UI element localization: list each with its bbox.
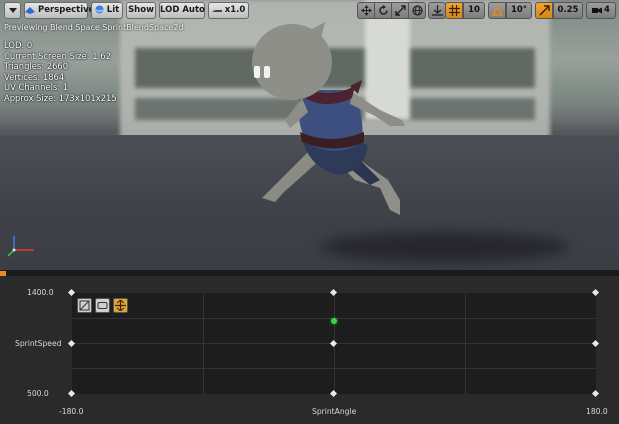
viewport-stats: LOD: 0 Current Screen Size: 1.62 Triangl… [4,40,117,103]
blend-sample-point[interactable] [329,389,338,398]
scale-snap-value[interactable]: 0.25 [553,2,583,19]
lit-mode-icon [95,5,104,14]
scale-mode-button[interactable] [391,2,409,19]
play-rate-button[interactable]: x1.0 [208,2,249,19]
rotation-snap-toggle[interactable] [488,2,506,19]
show-triangulation-icon [97,302,108,309]
character-preview [252,22,405,215]
stat-line: Triangles: 2660 [4,61,69,71]
lit-label: Lit [106,5,120,15]
world-globe-icon [411,5,423,16]
rotate-icon [378,5,388,15]
preview-lock-icon [115,300,126,311]
preview-position-marker[interactable] [331,318,337,325]
surface-snap-icon [431,5,443,16]
show-label: Show [128,5,154,15]
grid-snap-icon [79,300,90,311]
x-axis-name-label: SprintAngle [312,407,357,416]
x-axis-max-label: 180.0 [586,407,608,416]
grid-snap-tool-button[interactable] [77,298,92,313]
camera-speed-button[interactable]: 4 [586,2,616,19]
animation-viewport[interactable]: Previewing Blend Space SprintBlendSpace2… [0,0,619,270]
blend-sample-point[interactable] [591,389,600,398]
axis-gizmo [7,236,34,257]
show-triangulation-tool-button[interactable] [95,298,110,313]
stat-line: Vertices: 1864 [4,71,65,82]
x-axis-min-label: -180.0 [59,407,84,416]
stat-line: UV Channels: 1 [4,82,69,92]
scale-snap-icon [538,5,550,16]
grid-line [72,368,596,369]
perspective-icon [25,6,35,14]
grid-snap-icon [448,5,460,16]
perspective-button[interactable]: Perspective [24,2,94,19]
rotation-snap-icon [491,5,503,16]
grid-snap-toggle[interactable] [445,2,463,19]
lit-button[interactable]: Lit [91,2,123,19]
blend-sample-point[interactable] [67,389,76,398]
dropdown-arrow-icon [8,8,17,13]
scale-snap-value-label: 0.25 [557,5,579,15]
surface-snap-button[interactable] [428,2,446,19]
camera-icon [592,7,603,13]
play-rate-label: x1.0 [224,5,246,15]
blend-sample-point[interactable] [329,288,338,297]
viewport-options-button[interactable] [4,2,21,19]
rotate-mode-button[interactable] [374,2,392,19]
show-button[interactable]: Show [126,2,156,19]
character-shadow [320,232,570,262]
blend-space-editor: 1400.0 SprintSpeed 500.0 -180.0 SprintAn… [0,276,619,424]
scale-snap-toggle[interactable] [535,2,553,19]
scale-icon [394,5,406,16]
coordinate-system-button[interactable] [408,2,426,19]
perspective-label: Perspective [38,5,95,15]
viewport-toolbar: Perspective Lit Show LOD Auto x1.0 10 10… [0,0,619,22]
stat-line: LOD: 0 [4,40,33,50]
y-axis-min-label: 500.0 [27,389,49,398]
lod-button[interactable]: LOD Auto [159,2,205,19]
stat-line: Current Screen Size: 1.62 [4,50,111,61]
translate-icon [360,5,372,16]
camera-speed-label: 4 [604,5,610,15]
blend-sample-point[interactable] [67,339,76,347]
y-axis-max-label: 1400.0 [27,288,54,297]
grid-snap-value[interactable]: 10 [463,2,485,19]
play-rate-icon [211,10,222,12]
lod-label: LOD Auto [160,5,205,15]
rotation-snap-value-label: 10° [510,5,528,15]
grid-snap-value-label: 10 [468,5,480,15]
y-axis-name-label: SprintSpeed [15,339,62,348]
blend-sample-point[interactable] [67,288,76,297]
stat-line: Approx Size: 173x101x215 [4,92,117,103]
blend-space-grid[interactable] [67,288,600,398]
preview-status-text: Previewing Blend Space SprintBlendSpace2… [4,23,184,32]
blend-sample-point[interactable] [329,339,338,347]
blend-sample-point[interactable] [591,288,600,297]
rotation-snap-value[interactable]: 10° [506,2,532,19]
preview-lock-tool-button[interactable] [113,298,128,313]
translate-mode-button[interactable] [357,2,375,19]
blend-sample-point[interactable] [591,339,600,347]
